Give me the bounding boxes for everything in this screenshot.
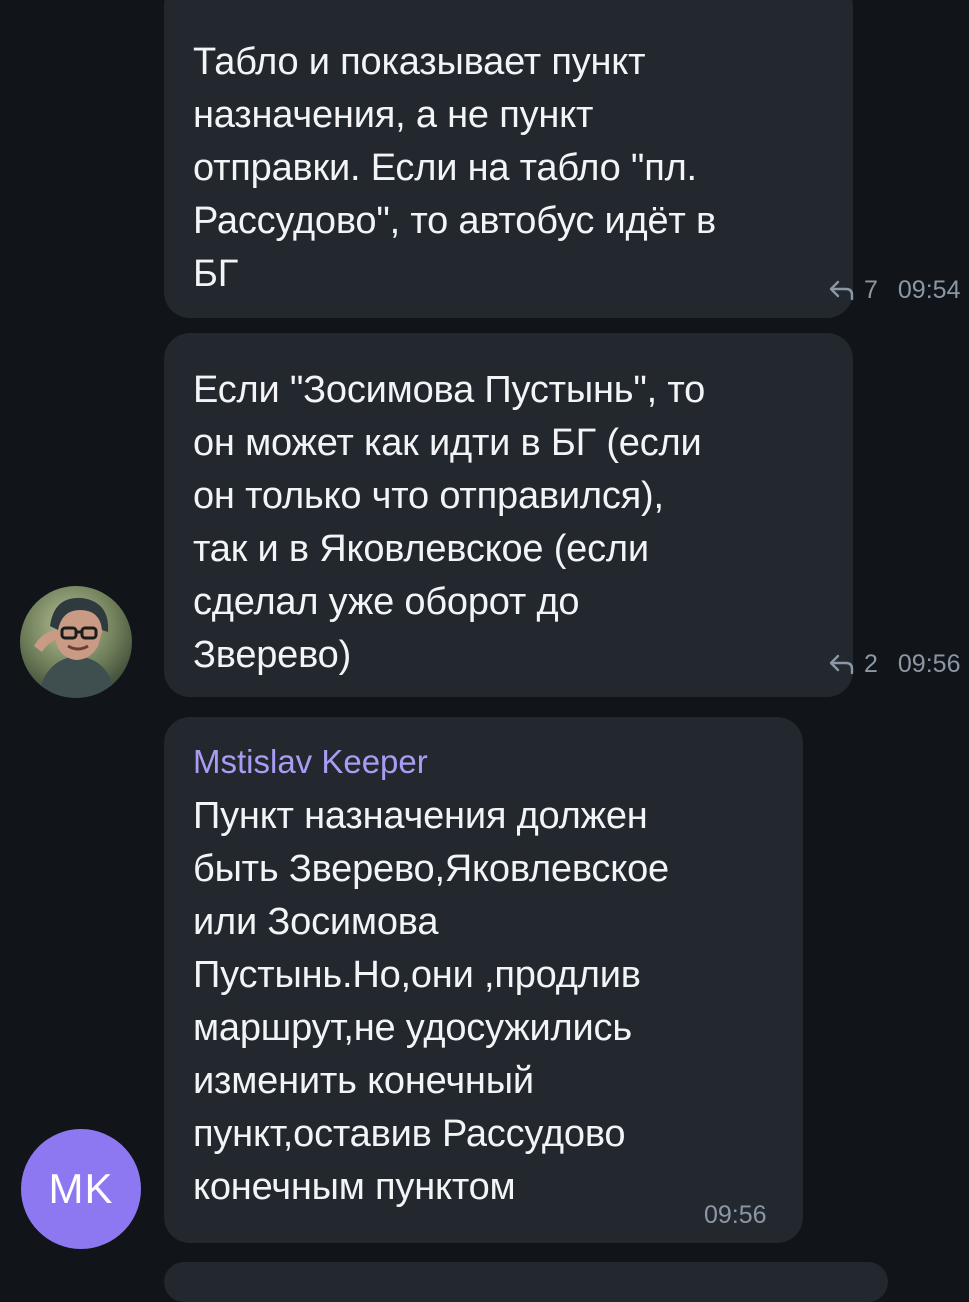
avatar-photo: [20, 586, 132, 698]
message-meta: 7 09:54: [826, 275, 960, 305]
message-meta: 09:56: [704, 1200, 767, 1230]
chat-history[interactable]: Табло и показывает пункт назначения, а н…: [0, 0, 969, 1302]
reply-icon: [826, 652, 856, 676]
message-meta: 2 09:56: [826, 649, 960, 679]
message-time: 09:56: [704, 1201, 767, 1229]
message-bubble[interactable]: Табло и показывает пункт назначения, а н…: [164, 0, 960, 318]
reply-count: 7: [864, 276, 878, 304]
avatar[interactable]: [20, 586, 132, 698]
message-bubble[interactable]: Mstislav Keeper Пункт назначения должен …: [164, 717, 803, 1243]
message-bubble[interactable]: Если "Зосимова Пустынь", то он может как…: [164, 333, 960, 697]
message-time: 09:56: [897, 650, 961, 678]
message-text: Если "Зосимова Пустынь", то он может как…: [193, 369, 706, 676]
message-time: 09:54: [897, 276, 961, 304]
avatar-initials-text: MK: [48, 1165, 114, 1212]
message-text: Табло и показывает пункт назначения, а н…: [193, 41, 716, 295]
reply-count: 2: [864, 650, 878, 678]
message-bubble-partial[interactable]: [164, 1262, 888, 1302]
sender-name[interactable]: Mstislav Keeper: [193, 742, 783, 782]
reply-icon: [826, 278, 856, 302]
message-text: Пункт назначения должен быть Зверево,Яко…: [193, 795, 669, 1208]
avatar-initials[interactable]: MK: [21, 1129, 141, 1249]
